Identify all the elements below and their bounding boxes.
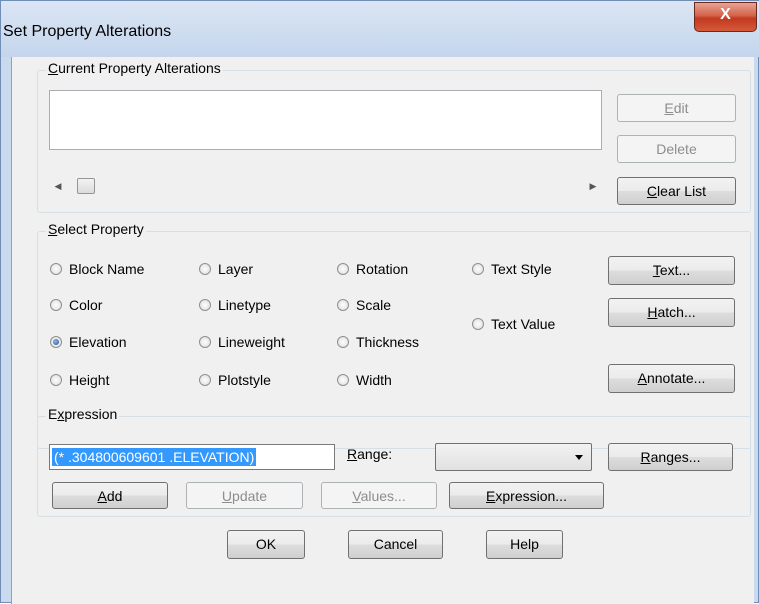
select-property-legend: Select Property (46, 221, 146, 237)
ranges-button[interactable]: Ranges... (608, 443, 733, 471)
radio-thickness[interactable]: Thickness (337, 334, 419, 350)
hatch-button[interactable]: Hatch... (608, 298, 735, 327)
radio-circle (337, 336, 349, 348)
delete-button[interactable]: Delete (617, 135, 736, 163)
radio-circle (472, 263, 484, 275)
radio-circle-selected (50, 336, 62, 348)
expression-selected-text: (* .304800609601 .ELEVATION) (52, 448, 257, 466)
radio-linetype[interactable]: Linetype (199, 297, 271, 313)
close-button[interactable]: X (694, 2, 757, 32)
radio-color[interactable]: Color (50, 297, 102, 313)
cancel-button[interactable]: Cancel (348, 530, 443, 559)
title-bar: Set Property Alterations X (1, 1, 759, 57)
dialog-title: Set Property Alterations (3, 23, 172, 40)
scroll-right-icon[interactable]: ▶ (584, 177, 602, 195)
radio-scale[interactable]: Scale (337, 297, 391, 313)
dialog-window: Set Property Alterations X Current Prope… (0, 0, 759, 604)
radio-circle (199, 336, 211, 348)
expression-legend: Expression (46, 406, 120, 422)
close-icon: X (720, 6, 731, 23)
radio-width[interactable]: Width (337, 372, 392, 388)
chevron-down-icon (575, 455, 583, 460)
radio-plotstyle[interactable]: Plotstyle (199, 372, 271, 388)
radio-circle (337, 263, 349, 275)
expression-button[interactable]: Expression... (449, 482, 604, 509)
clear-list-button[interactable]: Clear List (617, 177, 736, 205)
radio-text-style[interactable]: Text Style (472, 261, 552, 277)
ok-button[interactable]: OK (227, 530, 305, 559)
add-button[interactable]: Add (52, 482, 168, 509)
alterations-list[interactable] (49, 90, 602, 150)
radio-circle (50, 374, 62, 386)
values-button[interactable]: Values... (321, 482, 437, 509)
update-button[interactable]: Update (186, 482, 303, 509)
radio-circle (472, 318, 484, 330)
radio-circle (199, 299, 211, 311)
radio-block-name[interactable]: Block Name (50, 261, 144, 277)
dialog-client-area: Current Property Alterations ◀ ▶ Edit De… (11, 57, 754, 604)
radio-lineweight[interactable]: Lineweight (199, 334, 285, 350)
alterations-hscrollbar[interactable]: ◀ ▶ (49, 177, 602, 195)
radio-text-value[interactable]: Text Value (472, 316, 555, 332)
edit-button[interactable]: Edit (617, 94, 736, 122)
annotate-button[interactable]: Annotate... (608, 364, 735, 393)
radio-circle (50, 299, 62, 311)
radio-circle (199, 374, 211, 386)
current-alterations-legend: Current Property Alterations (46, 60, 223, 76)
radio-circle (337, 299, 349, 311)
text-button[interactable]: Text... (608, 256, 735, 285)
radio-circle (199, 263, 211, 275)
radio-rotation[interactable]: Rotation (337, 261, 408, 277)
range-label: Range: (347, 446, 393, 462)
scroll-thumb[interactable] (77, 178, 95, 194)
range-dropdown[interactable] (435, 443, 592, 471)
radio-circle (50, 263, 62, 275)
scroll-left-icon[interactable]: ◀ (49, 177, 67, 195)
radio-circle (337, 374, 349, 386)
radio-elevation[interactable]: Elevation (50, 334, 127, 350)
radio-layer[interactable]: Layer (199, 261, 253, 277)
help-button[interactable]: Help (486, 530, 563, 559)
radio-height[interactable]: Height (50, 372, 109, 388)
expression-input[interactable]: (* .304800609601 .ELEVATION) (49, 444, 335, 470)
